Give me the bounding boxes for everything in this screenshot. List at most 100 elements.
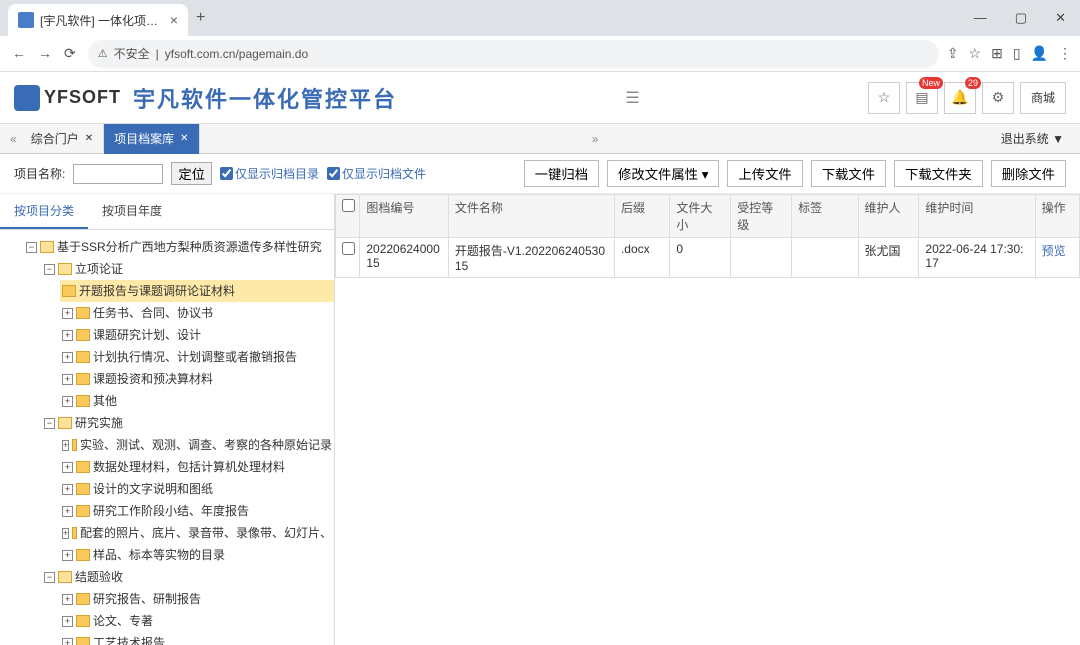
- inner-tab-archive[interactable]: 项目档案库 ✕: [104, 124, 199, 154]
- expand-icon[interactable]: +: [62, 308, 73, 319]
- menu-icon[interactable]: ⋮: [1058, 45, 1072, 62]
- col-header[interactable]: 文件名称: [448, 195, 614, 238]
- expand-icon[interactable]: +: [62, 374, 73, 385]
- tree-node[interactable]: +研究报告、研制报告: [60, 588, 334, 610]
- tab-close-icon[interactable]: ×: [170, 12, 178, 28]
- inner-tab-portal[interactable]: 综合门户 ✕: [21, 124, 104, 154]
- new-tab-button[interactable]: +: [196, 9, 205, 27]
- tree-node[interactable]: +课题研究计划、设计: [60, 324, 334, 346]
- window-maximize-icon[interactable]: ▢: [1009, 10, 1033, 26]
- show-archived-files-checkbox[interactable]: 仅显示归档文件: [327, 165, 426, 182]
- nav-forward-icon[interactable]: →: [34, 41, 56, 66]
- archive-button[interactable]: 一键归档: [524, 160, 599, 187]
- expand-icon[interactable]: +: [62, 396, 73, 407]
- expand-icon[interactable]: +: [62, 330, 73, 341]
- col-header[interactable]: 受控等级: [731, 195, 792, 238]
- url-text: yfsoft.com.cn/pagemain.do: [165, 47, 308, 61]
- tab-close-icon[interactable]: ✕: [85, 133, 93, 144]
- inner-tab-label: 项目档案库: [114, 130, 174, 147]
- preview-link[interactable]: 预览: [1042, 244, 1066, 258]
- row-checkbox[interactable]: [336, 238, 360, 278]
- window-minimize-icon[interactable]: —: [968, 10, 993, 26]
- cell-size: 0: [670, 238, 731, 278]
- expand-icon[interactable]: +: [62, 484, 73, 495]
- side-tab-year[interactable]: 按项目年度: [88, 194, 176, 229]
- folder-icon: [76, 307, 90, 319]
- tree-node[interactable]: +配套的照片、底片、录音带、录像带、幻灯片、: [60, 522, 334, 544]
- tab-close-icon[interactable]: ✕: [180, 133, 188, 144]
- expand-icon[interactable]: +: [62, 352, 73, 363]
- download-button[interactable]: 下载文件: [811, 160, 886, 187]
- nav-reload-icon[interactable]: ⟳: [60, 41, 80, 66]
- app-logo[interactable]: YFSOFT: [14, 85, 121, 111]
- download-folder-button[interactable]: 下载文件夹: [894, 160, 983, 187]
- tab-scroll-right-icon[interactable]: »: [588, 132, 603, 146]
- header-menu-icon[interactable]: ☰: [625, 88, 639, 108]
- col-header[interactable]: 操作: [1035, 195, 1079, 238]
- tree-node[interactable]: +计划执行情况、计划调整或者撤销报告: [60, 346, 334, 368]
- collapse-icon[interactable]: −: [44, 418, 55, 429]
- select-all-checkbox[interactable]: [336, 195, 360, 238]
- mall-button[interactable]: 商城: [1020, 82, 1066, 114]
- collapse-icon[interactable]: −: [44, 572, 55, 583]
- expand-icon[interactable]: +: [62, 440, 69, 451]
- col-header[interactable]: 标签: [792, 195, 858, 238]
- side-tab-category[interactable]: 按项目分类: [0, 194, 88, 229]
- nav-back-icon[interactable]: ←: [8, 41, 30, 66]
- tree-node[interactable]: +工艺技术报告: [60, 632, 334, 645]
- tree-node[interactable]: +论文、专著: [60, 610, 334, 632]
- tree-node[interactable]: +任务书、合同、协议书: [60, 302, 334, 324]
- tree-node[interactable]: −立项论证: [42, 258, 334, 280]
- tree-node[interactable]: +课题投资和预决算材料: [60, 368, 334, 390]
- window-close-icon[interactable]: ✕: [1049, 10, 1072, 26]
- profile-icon[interactable]: 👤: [1031, 45, 1048, 62]
- delete-button[interactable]: 删除文件: [991, 160, 1066, 187]
- tree-node[interactable]: +设计的文字说明和图纸: [60, 478, 334, 500]
- book-icon[interactable]: ▯: [1013, 45, 1021, 62]
- project-tree[interactable]: −基于SSR分析广西地方梨种质资源遗传多样性研究 −立项论证 开题报告与课题调研…: [0, 230, 334, 645]
- tree-root[interactable]: −基于SSR分析广西地方梨种质资源遗传多样性研究: [24, 236, 334, 258]
- expand-icon[interactable]: +: [62, 638, 73, 645]
- tree-node[interactable]: +数据处理材料，包括计算机处理材料: [60, 456, 334, 478]
- collapse-icon[interactable]: −: [44, 264, 55, 275]
- tree-node[interactable]: +实验、测试、观测、调查、考察的各种原始记录: [60, 434, 334, 456]
- expand-icon[interactable]: +: [62, 550, 73, 561]
- locate-button[interactable]: 定位: [171, 162, 212, 185]
- header-star-button[interactable]: ☆: [868, 82, 900, 114]
- col-header[interactable]: 文件大小: [670, 195, 731, 238]
- folder-icon: [58, 571, 72, 583]
- puzzle-icon[interactable]: ⊞: [991, 45, 1003, 62]
- logout-dropdown[interactable]: 退出系统 ▼: [991, 130, 1074, 147]
- address-bar[interactable]: ⚠ 不安全 | yfsoft.com.cn/pagemain.do: [88, 40, 939, 68]
- expand-icon[interactable]: +: [62, 594, 73, 605]
- sidebar: 按项目分类 按项目年度 −基于SSR分析广西地方梨种质资源遗传多样性研究 −立项…: [0, 194, 335, 645]
- collapse-icon[interactable]: −: [26, 242, 37, 253]
- expand-icon[interactable]: +: [62, 506, 73, 517]
- show-archived-dirs-checkbox[interactable]: 仅显示归档目录: [220, 165, 319, 182]
- star-icon[interactable]: ☆: [969, 45, 982, 62]
- header-settings-button[interactable]: ⚙: [982, 82, 1014, 114]
- tree-node[interactable]: −研究实施: [42, 412, 334, 434]
- tab-scroll-left-icon[interactable]: «: [6, 132, 21, 146]
- edit-attr-button[interactable]: 修改文件属性 ▾: [607, 160, 719, 187]
- tree-node[interactable]: +样品、标本等实物的目录: [60, 544, 334, 566]
- upload-button[interactable]: 上传文件: [727, 160, 802, 187]
- table-row[interactable]: 2022062400015 开题报告-V1.20220624053015 .do…: [336, 238, 1080, 278]
- project-name-input[interactable]: [73, 164, 163, 184]
- col-header[interactable]: 维护时间: [919, 195, 1035, 238]
- col-header[interactable]: 图档编号: [360, 195, 449, 238]
- browser-tab[interactable]: [宇凡软件] 一体化项目管理平台 ×: [8, 4, 188, 36]
- msg-badge: New: [919, 77, 943, 89]
- expand-icon[interactable]: +: [62, 616, 73, 627]
- share-icon[interactable]: ⇪: [947, 45, 959, 62]
- col-header[interactable]: 后缀: [614, 195, 669, 238]
- tree-node-selected[interactable]: 开题报告与课题调研论证材料: [60, 280, 334, 302]
- expand-icon[interactable]: +: [62, 462, 73, 473]
- tree-node[interactable]: +研究工作阶段小结、年度报告: [60, 500, 334, 522]
- header-bell-button[interactable]: 🔔29: [944, 82, 976, 114]
- expand-icon[interactable]: +: [62, 528, 69, 539]
- col-header[interactable]: 维护人: [858, 195, 919, 238]
- tree-node[interactable]: +其他: [60, 390, 334, 412]
- tree-node[interactable]: −结题验收: [42, 566, 334, 588]
- header-msg-button[interactable]: ▤New: [906, 82, 938, 114]
